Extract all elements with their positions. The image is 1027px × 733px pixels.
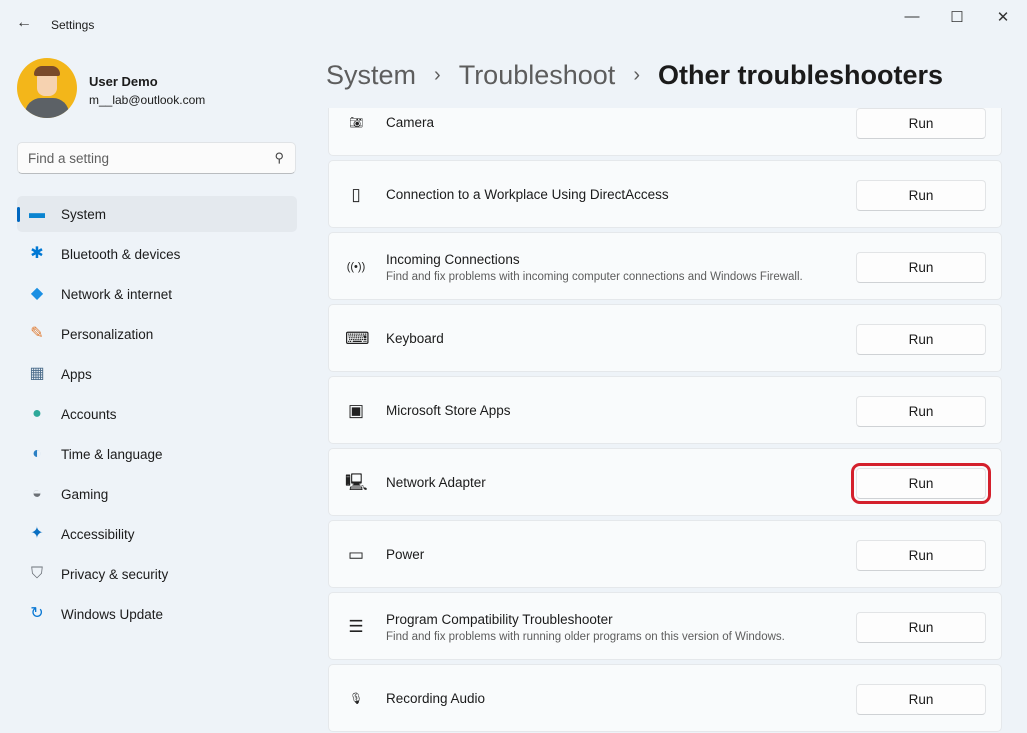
app-title: Settings [51,18,95,32]
troubleshooter-incoming-connections: ((•)) Incoming Connections Find and fix … [328,232,1002,300]
sidebar-item-time-language[interactable]: ◐ Time & language [17,436,297,472]
back-arrow-icon[interactable]: ← [16,14,32,32]
run-button[interactable]: Run [856,324,986,355]
troubleshooter-title: Power [386,547,425,562]
user-name: User Demo [89,74,158,89]
sidebar-nav: ▬ System ✱ Bluetooth & devices ◆ Network & in… [17,196,297,636]
camera-icon: 📷︎ [349,117,363,129]
troubleshooter-title: Camera [386,115,435,130]
sidebar-item-system[interactable]: ▬ System [17,196,297,232]
sidebar-item-personalization[interactable]: ✎ Personalization [17,316,297,352]
troubleshooter-program-compatibility-troubleshooter: ☰ Program Compatibility Troubleshooter F… [328,592,1002,660]
privacy-security-icon: ⛉ [30,565,43,582]
run-button[interactable]: Run [851,463,991,504]
run-button[interactable]: Run [856,684,986,715]
troubleshooter-title: Program Compatibility Troubleshooter [386,612,613,627]
sidebar-item-label: Bluetooth & devices [61,246,181,262]
user-email: m__lab@outlook.com [89,93,206,107]
troubleshooter-list[interactable]: 📷︎ Camera Run ▯ Connection to a Workplace… [328,108,1002,733]
troubleshooter-title: Connection to a Workplace Using DirectAc… [386,187,669,202]
connection-to-a-workplace-using-directaccess-icon: ▯ [351,185,361,204]
personalization-icon: ✎ [30,325,44,342]
run-button[interactable]: Run [856,108,986,139]
troubleshooter-title: Network Adapter [386,475,486,490]
close-button[interactable]: ✕ [988,8,1018,26]
chevron-right-icon: › [434,64,441,86]
troubleshooter-description: Find and fix problems with running older… [386,631,785,643]
program-compatibility-troubleshooter-icon: ☰ [348,617,364,636]
search-placeholder: Find a setting [28,151,110,166]
troubleshooter-title: Keyboard [386,331,444,346]
network-internet-icon: ◆ [30,285,44,302]
run-button[interactable]: Run [856,540,986,571]
keyboard-icon: ⌨ [345,329,370,348]
title-bar: ← Settings — ☐ ✕ [0,0,1027,40]
troubleshooter-title: Incoming Connections [386,252,520,267]
sidebar-item-accessibility[interactable]: ✦ Accessibility [17,516,297,552]
page-title: Other troubleshooters [657,60,944,90]
time-language-icon: ◐ [32,445,42,462]
minimize-button[interactable]: — [897,8,927,25]
sidebar-item-apps[interactable]: ▦ Apps [17,356,297,392]
avatar[interactable] [17,58,77,118]
bluetooth-devices-icon: ✱ [30,245,44,262]
troubleshooter-connection-to-a-workplace-using-directaccess: ▯ Connection to a Workplace Using Direct… [328,160,1002,228]
sidebar-item-label: Personalization [61,326,154,342]
breadcrumb-system[interactable]: System [326,60,416,91]
run-button[interactable]: Run [856,612,986,643]
maximize-button[interactable]: ☐ [942,8,972,26]
sidebar-item-label: System [61,206,107,222]
run-button[interactable]: Run [856,396,986,427]
sidebar-item-privacy-security[interactable]: ⛉ Privacy & security [17,556,297,592]
sidebar-item-label: Network & internet [61,286,173,302]
run-button[interactable]: Run [856,252,986,283]
chevron-right-icon: › [633,64,640,86]
breadcrumb: System › Troubleshoot › Other troublesho… [326,60,943,91]
sidebar-item-label: Accounts [61,406,117,422]
troubleshooter-description: Find and fix problems with incoming comp… [386,271,803,283]
sidebar-item-accounts[interactable]: ● Accounts [17,396,297,432]
sidebar-item-windows-update[interactable]: ↻ Windows Update [17,596,297,632]
breadcrumb-troubleshoot[interactable]: Troubleshoot [459,60,616,91]
sidebar-item-network-internet[interactable]: ◆ Network & internet [17,276,297,312]
run-button[interactable]: Run [856,180,986,211]
troubleshooter-network-adapter: 🖳 Network Adapter Run [328,448,1002,516]
troubleshooter-microsoft-store-apps: ▣ Microsoft Store Apps Run [328,376,1002,444]
troubleshooter-title: Recording Audio [386,691,486,706]
accessibility-icon: ✦ [30,525,44,542]
sidebar-item-gaming[interactable]: ◒ Gaming [17,476,297,512]
incoming-connections-icon: ((•)) [346,261,366,273]
network-adapter-icon: 🖳 [345,473,368,492]
system-icon: ▬ [29,205,45,222]
recording-audio-icon: 🎙︎ [349,693,363,705]
sidebar-item-label: Accessibility [61,526,135,542]
microsoft-store-apps-icon: ▣ [347,401,365,420]
search-icon[interactable]: ⚲ [274,150,284,166]
troubleshooter-title: Microsoft Store Apps [386,403,511,418]
windows-update-icon: ↻ [30,605,44,622]
troubleshooter-power: ▭ Power Run [328,520,1002,588]
sidebar-item-label: Time & language [61,446,163,462]
sidebar-item-label: Windows Update [61,606,164,622]
apps-icon: ▦ [29,365,45,382]
sidebar-item-label: Apps [61,366,92,382]
troubleshooter-camera: 📷︎ Camera Run [328,108,1002,156]
gaming-icon: ◒ [32,485,42,502]
troubleshooter-recording-audio: 🎙︎ Recording Audio Run [328,664,1002,732]
search-input[interactable]: Find a setting ⚲ [17,142,296,174]
sidebar-item-bluetooth-devices[interactable]: ✱ Bluetooth & devices [17,236,297,272]
sidebar-item-label: Privacy & security [61,566,169,582]
accounts-icon: ● [32,405,42,422]
troubleshooter-keyboard: ⌨ Keyboard Run [328,304,1002,372]
power-icon: ▭ [347,545,365,564]
sidebar-item-label: Gaming [61,486,109,502]
